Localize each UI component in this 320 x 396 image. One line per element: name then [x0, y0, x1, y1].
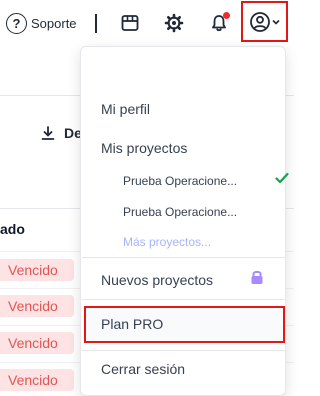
status-badge: Vencido	[0, 259, 74, 281]
divider	[82, 299, 286, 300]
user-menu-button[interactable]	[241, 1, 288, 42]
notification-dot	[223, 12, 230, 19]
support-link[interactable]: ? Soporte	[6, 11, 77, 35]
menu-item-cerrar-sesion[interactable]: Cerrar sesión	[101, 361, 185, 377]
status-badge: Vencido	[0, 295, 74, 317]
user-circle-icon	[250, 11, 270, 32]
column-header: ado	[0, 221, 25, 237]
menu-item-nuevos-proyectos[interactable]: Nuevos proyectos	[101, 272, 213, 288]
top-bar: ? Soporte	[0, 0, 294, 46]
store-button[interactable]	[118, 11, 142, 35]
notifications-button[interactable]	[207, 11, 231, 35]
help-icon: ?	[6, 12, 27, 34]
divider	[82, 350, 286, 351]
project-item[interactable]: Prueba Operacione...	[123, 174, 237, 188]
divider	[82, 257, 286, 258]
project-item[interactable]: Prueba Operacione...	[123, 205, 237, 219]
user-dropdown-menu: Mi perfil Mis proyectos Prueba Operacion…	[80, 46, 289, 396]
status-badge: Vencido	[0, 332, 74, 354]
store-icon	[121, 15, 139, 31]
menu-item-plan-pro[interactable]: Plan PRO	[84, 306, 285, 343]
gear-icon	[164, 13, 184, 33]
divider	[95, 14, 97, 33]
download-button[interactable]: De	[40, 125, 82, 141]
settings-button[interactable]	[162, 11, 186, 35]
support-label: Soporte	[31, 15, 77, 31]
plan-pro-label: Plan PRO	[101, 316, 164, 332]
more-projects-link[interactable]: Más proyectos...	[123, 235, 211, 249]
chevron-down-icon	[272, 19, 280, 25]
check-icon	[275, 172, 289, 184]
lock-icon	[251, 270, 263, 284]
menu-item-mi-perfil[interactable]: Mi perfil	[101, 101, 150, 117]
status-badge: Vencido	[0, 369, 74, 391]
menu-item-mis-proyectos[interactable]: Mis proyectos	[101, 140, 187, 156]
download-icon	[41, 126, 55, 140]
